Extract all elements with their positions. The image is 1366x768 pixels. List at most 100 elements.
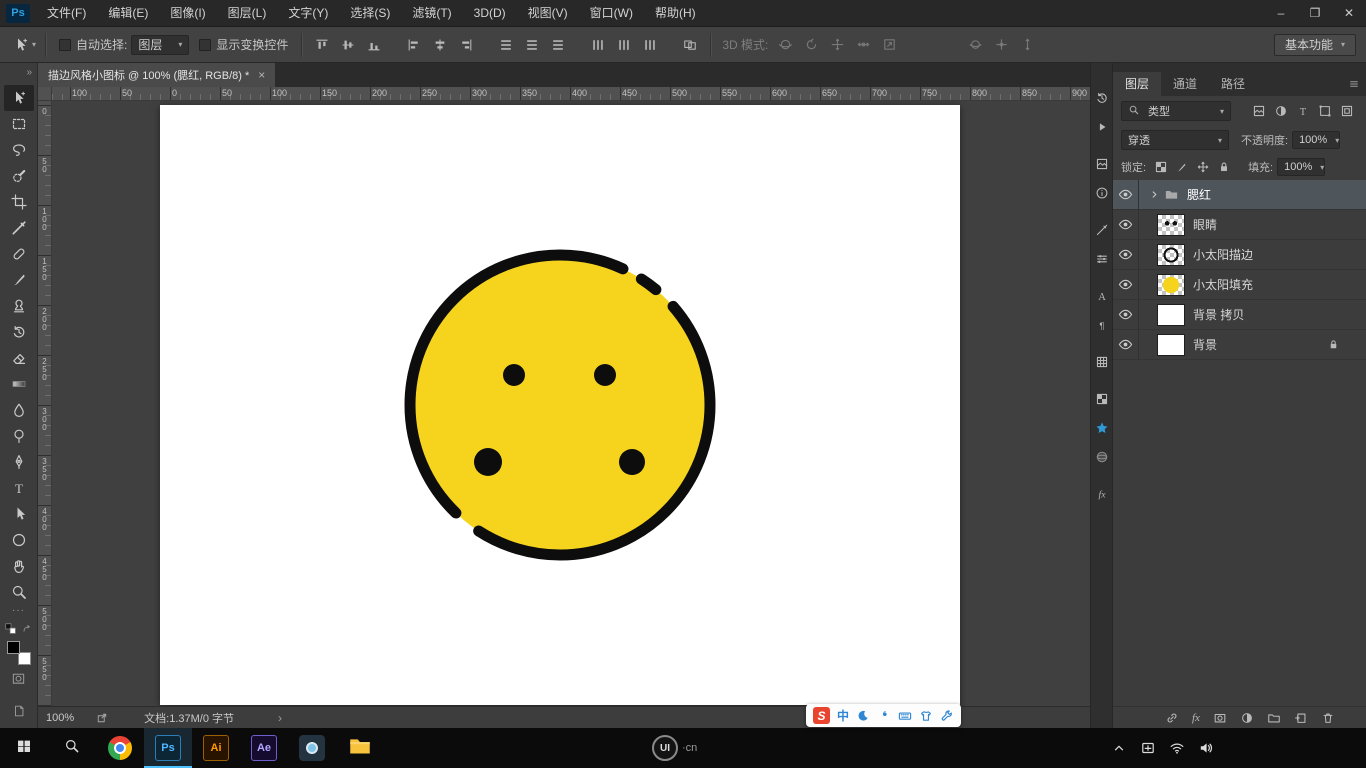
checkbox-box[interactable] — [59, 38, 72, 51]
tray-expand-icon[interactable] — [1111, 740, 1127, 756]
blur-tool[interactable] — [4, 397, 34, 423]
show-transform-checkbox[interactable]: 显示变换控件 — [199, 36, 288, 53]
layer-row[interactable]: 背景 拷贝 — [1113, 300, 1366, 330]
crop-tool[interactable] — [4, 189, 34, 215]
auto-select-checkbox[interactable]: 自动选择: — [59, 36, 127, 53]
panel-tab-1[interactable]: 通道 — [1161, 72, 1209, 96]
fill-field[interactable]: 100% ▾ — [1277, 158, 1326, 176]
ruler-corner[interactable] — [38, 87, 52, 101]
filter-smart-icon[interactable] — [1336, 101, 1358, 121]
auto-select-target-dropdown[interactable]: 图层 ▾ — [131, 34, 190, 55]
history-brush-tool[interactable] — [4, 319, 34, 345]
menu-item-9[interactable]: 窗口(W) — [581, 0, 642, 26]
menu-item-2[interactable]: 图像(I) — [161, 0, 214, 26]
wifi-icon[interactable] — [1169, 740, 1185, 756]
quick-mask-icon[interactable] — [11, 671, 26, 691]
workspace-switcher[interactable]: 基本功能 ▾ — [1273, 33, 1356, 56]
tab-close-icon[interactable]: × — [258, 68, 265, 82]
3d-slide-icon[interactable] — [852, 34, 874, 56]
adjustment-layer-icon[interactable] — [1240, 711, 1254, 725]
3d-scale-icon[interactable] — [878, 34, 900, 56]
lock-paint-icon[interactable] — [1171, 157, 1192, 177]
eyedropper-tool[interactable] — [4, 215, 34, 241]
notes-icon[interactable] — [12, 704, 26, 728]
tool-preset-caret-icon[interactable]: ▾ — [32, 40, 36, 49]
hand-tool[interactable] — [4, 553, 34, 579]
distribute-top-edges-icon[interactable] — [495, 34, 517, 56]
move-tool[interactable] — [3, 85, 34, 111]
lock-all-icon[interactable] — [1213, 157, 1234, 177]
artboard[interactable] — [160, 105, 960, 705]
menu-item-4[interactable]: 文字(Y) — [279, 0, 337, 26]
lock-transparent-icon[interactable] — [1150, 157, 1171, 177]
history-icon[interactable] — [1093, 89, 1111, 107]
checkbox-box[interactable] — [199, 38, 212, 51]
layer-visibility-toggle[interactable] — [1113, 330, 1139, 359]
gradient-tool[interactable] — [4, 371, 34, 397]
lasso-tool[interactable] — [4, 137, 34, 163]
canvas-viewport[interactable] — [52, 101, 1090, 706]
3d-dolly-camera-icon[interactable] — [1016, 34, 1038, 56]
skin-icon[interactable] — [919, 709, 933, 723]
after-effects-app[interactable]: Ae — [240, 728, 288, 768]
layer-group-row[interactable]: 腮红 — [1113, 180, 1366, 210]
type-tool[interactable]: T — [4, 475, 34, 501]
panel-menu-icon[interactable] — [1348, 72, 1366, 96]
night-mode-icon[interactable] — [856, 709, 870, 723]
3d-drag-icon[interactable] — [826, 34, 848, 56]
chrome-app[interactable] — [96, 728, 144, 768]
dodge-tool[interactable] — [4, 423, 34, 449]
filter-type-icon[interactable]: T — [1292, 101, 1314, 121]
export-icon[interactable] — [96, 712, 108, 724]
patterns-icon[interactable] — [1093, 353, 1111, 371]
distribute-right-edges-icon[interactable] — [639, 34, 661, 56]
3d-orbit-camera-icon[interactable] — [964, 34, 986, 56]
auto-align-layers-icon[interactable] — [679, 34, 701, 56]
layer-thumbnail[interactable] — [1157, 333, 1185, 356]
favorites-star-icon[interactable] — [1093, 419, 1111, 437]
ellipsis-icon[interactable]: ··· — [12, 605, 25, 619]
vertical-ruler[interactable]: 0 50 100 150 200 250 300 350 400 450 500 550 — [38, 101, 52, 706]
sogou-logo[interactable]: S — [813, 707, 830, 724]
keyboard-icon[interactable] — [898, 709, 912, 723]
spot-healing-brush-tool[interactable] — [4, 241, 34, 267]
input-indicator-icon[interactable] — [1140, 740, 1156, 756]
swatches-icon[interactable] — [1093, 390, 1111, 408]
foreground-color-swatch[interactable] — [6, 641, 20, 654]
layer-visibility-toggle[interactable] — [1113, 240, 1139, 269]
align-horizontal-centers-icon[interactable] — [429, 34, 451, 56]
layer-row[interactable]: 眼睛 — [1113, 210, 1366, 240]
eraser-tool[interactable] — [4, 345, 34, 371]
menu-item-6[interactable]: 滤镜(T) — [403, 0, 460, 26]
default-colors-icon[interactable] — [4, 622, 33, 636]
restore-button[interactable]: ❐ — [1298, 0, 1332, 26]
layer-thumbnail[interactable] — [1157, 243, 1185, 266]
menu-item-0[interactable]: 文件(F) — [38, 0, 95, 26]
actions-icon[interactable] — [1093, 118, 1111, 136]
distribute-vertical-centers-icon[interactable] — [521, 34, 543, 56]
clone-stamp-tool[interactable] — [4, 293, 34, 319]
pen-tool[interactable] — [4, 449, 34, 475]
volume-icon[interactable] — [1198, 740, 1214, 756]
layer-visibility-toggle[interactable] — [1113, 180, 1139, 209]
color-sampler-icon[interactable] — [1093, 221, 1111, 239]
path-selection-tool[interactable] — [4, 501, 34, 527]
layer-mask-icon[interactable] — [1213, 711, 1227, 725]
tools-collapse-icon[interactable]: » — [0, 63, 37, 85]
3d-pan-camera-icon[interactable] — [990, 34, 1012, 56]
quick-selection-tool[interactable] — [4, 163, 34, 189]
layer-visibility-toggle[interactable] — [1113, 270, 1139, 299]
filter-shape-icon[interactable] — [1314, 101, 1336, 121]
menu-item-7[interactable]: 3D(D) — [465, 0, 515, 26]
start-button[interactable] — [0, 728, 48, 768]
new-layer-icon[interactable] — [1294, 711, 1308, 725]
3d-roll-icon[interactable] — [800, 34, 822, 56]
capture-app[interactable] — [288, 728, 336, 768]
layer-row[interactable]: 小太阳填充 — [1113, 270, 1366, 300]
distribute-horizontal-centers-icon[interactable] — [613, 34, 635, 56]
distribute-bottom-edges-icon[interactable] — [547, 34, 569, 56]
align-left-edges-icon[interactable] — [403, 34, 425, 56]
illustrator-app[interactable]: Ai — [192, 728, 240, 768]
info-icon[interactable] — [1093, 184, 1111, 202]
blend-mode-dropdown[interactable]: 穿透 ▾ — [1121, 130, 1229, 150]
